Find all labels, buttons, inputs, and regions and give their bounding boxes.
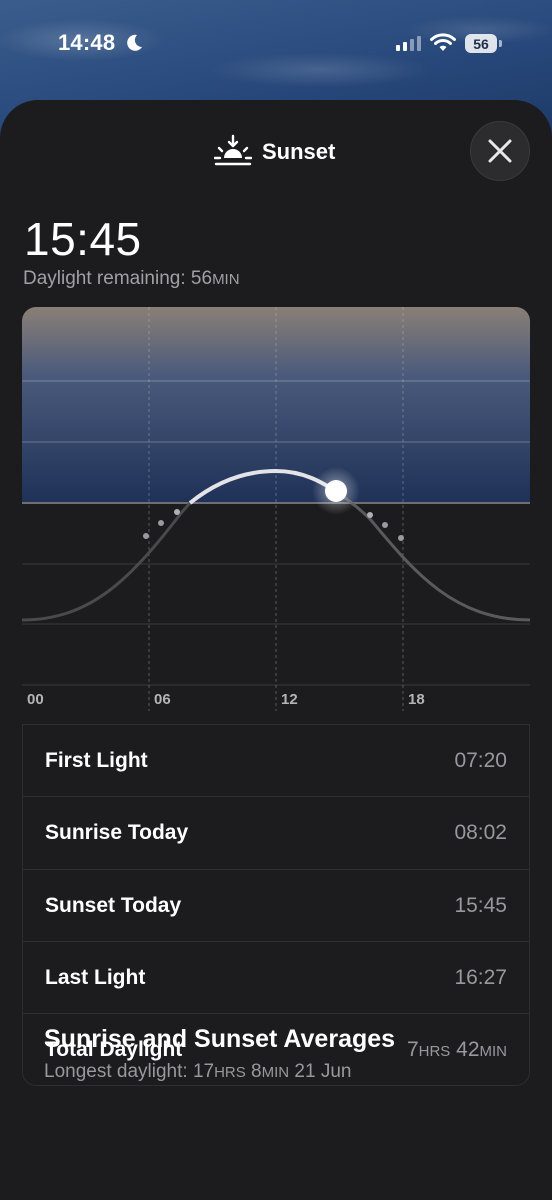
longest-hours: 17: [192, 1061, 215, 1082]
x-tick-label: 12: [281, 691, 298, 708]
status-time: 14:48: [58, 30, 116, 55]
row-label: Sunrise Today: [45, 820, 189, 844]
sun-path-chart: 00 06 12 18: [22, 307, 530, 724]
list-item-last-light: Last Light 16:27: [23, 941, 529, 1013]
remaining-label: Daylight remaining:: [23, 268, 191, 289]
daylight-remaining: Daylight remaining: 56MIN: [23, 268, 240, 290]
list-item-sunrise: Sunrise Today 08:02: [23, 796, 529, 868]
battery-indicator: 56: [465, 34, 497, 53]
sun-position-marker: [325, 480, 347, 502]
row-value: 07:20: [454, 748, 507, 772]
close-icon: [488, 139, 512, 163]
list-item-first-light: First Light 07:20: [23, 724, 529, 796]
sheet-header: Sunset: [0, 100, 552, 210]
sunset-time: 15:45: [24, 213, 142, 265]
remaining-unit: MIN: [212, 271, 240, 288]
row-value: 7HRS 42MIN: [407, 1038, 507, 1062]
list-item-sunset: Sunset Today 15:45: [23, 869, 529, 941]
averages-subtitle: Longest daylight: 17HRS 8MIN 21 Jun: [44, 1061, 351, 1083]
last-light-dot-2: [382, 522, 388, 528]
status-bar: 14:48 56: [0, 0, 552, 90]
minutes-unit: MIN: [479, 1042, 508, 1060]
row-value: 15:45: [454, 893, 507, 917]
row-label: Last Light: [45, 965, 146, 989]
x-tick-label: 06: [154, 691, 171, 708]
averages-title: Sunrise and Sunset Averages: [44, 1025, 396, 1053]
sunrise-dot: [174, 509, 180, 515]
row-label: Sunset Today: [45, 893, 182, 917]
last-light-dot-3: [398, 535, 404, 541]
first-light-dot: [143, 533, 149, 539]
wifi-icon: [430, 33, 456, 51]
x-tick-label: 18: [408, 691, 425, 708]
longest-minutes-unit: MIN: [261, 1064, 290, 1081]
first-light-dot-2: [158, 520, 164, 526]
minutes-value: 42: [456, 1037, 480, 1061]
sunset-icon: [214, 134, 252, 166]
hours-unit: HRS: [418, 1042, 451, 1060]
longest-hours-unit: HRS: [214, 1064, 246, 1081]
row-value: 16:27: [454, 965, 507, 989]
last-light-dot: [367, 512, 373, 518]
sheet-title: Sunset: [262, 139, 336, 164]
longest-minutes: 8: [251, 1061, 262, 1082]
close-button[interactable]: [470, 121, 530, 181]
battery-level: 56: [473, 35, 489, 52]
longest-label: Longest daylight:: [44, 1061, 193, 1082]
x-tick-label: 00: [27, 691, 44, 708]
row-value: 08:02: [454, 820, 507, 844]
remaining-value: 56: [190, 268, 213, 289]
battery-tip: [499, 40, 502, 47]
moon-icon: [127, 34, 142, 51]
hours-value: 7: [406, 1037, 419, 1061]
longest-date: 21 Jun: [289, 1061, 352, 1082]
row-label: First Light: [45, 748, 148, 772]
cellular-signal-icon: [396, 36, 421, 51]
sun-path-svg: [22, 307, 530, 724]
